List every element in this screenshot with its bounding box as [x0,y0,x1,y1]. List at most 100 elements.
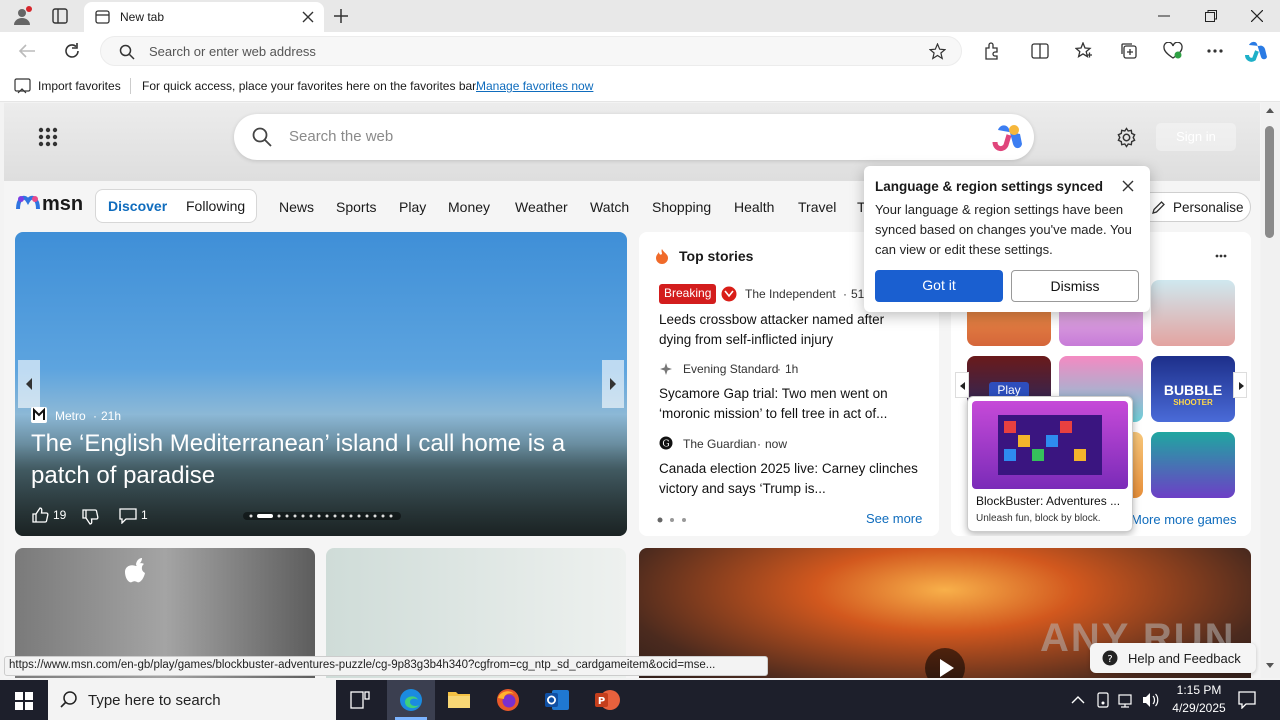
game-tile-bubble-shooter[interactable]: BUBBLE SHOOTER [1151,356,1235,422]
copilot-icon[interactable] [1245,39,1269,63]
comment-icon[interactable] [119,508,137,524]
hero-story-card[interactable]: Metro · 21h The ‘English Mediterranean’ … [15,232,627,536]
volume-icon[interactable] [1142,692,1160,708]
card-more-options-icon[interactable] [1215,254,1227,258]
game-title: BUBBLE [1163,382,1223,398]
like-icon[interactable] [31,506,49,524]
nav-play[interactable]: Play [399,199,426,215]
close-window-icon[interactable] [1251,10,1263,22]
nav-watch[interactable]: Watch [590,199,629,215]
nav-news[interactable]: News [279,199,314,215]
metro-logo-icon [31,407,47,423]
settings-synced-popup: Language & region settings synced Your l… [864,166,1150,312]
new-tab-page-icon [95,10,110,24]
dislike-icon[interactable] [81,508,99,526]
close-popup-icon[interactable] [1122,180,1134,192]
story-source: The Guardian [683,437,757,451]
pagination-dots[interactable] [657,517,691,523]
top-stories-title: Top stories [679,248,754,264]
see-more-link[interactable]: See more [866,511,922,526]
more-games-link[interactable]: More more games [1131,512,1236,527]
nav-health[interactable]: Health [734,199,774,215]
got-it-button[interactable]: Got it [875,270,1003,302]
taskbar-edge[interactable] [387,680,435,720]
game-tile[interactable] [1151,280,1235,346]
nav-shopping[interactable]: Shopping [652,199,711,215]
firefox-icon[interactable] [496,688,520,712]
tab-new-tab[interactable]: New tab [84,2,324,32]
minimize-icon[interactable] [1158,15,1170,17]
nav-money[interactable]: Money [448,199,490,215]
favorites-hint: For quick access, place your favorites h… [142,79,479,93]
nav-travel[interactable]: Travel [798,199,836,215]
manage-favorites-link[interactable]: Manage favorites now [476,79,593,93]
hero-source: Metro [55,409,86,423]
sign-in-button[interactable]: Sign in [1156,123,1236,151]
refresh-icon[interactable] [63,42,81,60]
video-play-icon[interactable] [925,648,965,678]
taskbar-search-box[interactable]: Type here to search [48,680,336,720]
more-options-icon[interactable] [1207,49,1223,53]
extensions-icon[interactable] [983,42,1001,60]
copilot-icon[interactable] [992,122,1024,152]
scroll-down-icon[interactable] [1266,663,1274,669]
clock-date[interactable]: 4/29/2025 [1164,701,1234,715]
profile-icon[interactable] [12,6,32,26]
clock-time[interactable]: 1:15 PM [1170,683,1228,697]
show-hidden-icons[interactable] [1071,695,1085,704]
import-favorites-button[interactable]: Import favorites [38,79,121,93]
task-view-icon[interactable] [350,691,370,709]
favorite-star-icon[interactable] [929,43,946,60]
web-search-box[interactable]: Search the web [234,114,1034,160]
back-icon[interactable] [18,43,36,59]
apps-launcher-icon[interactable] [38,127,58,147]
hero-headline[interactable]: The ‘English Mediterranean’ island I cal… [31,428,611,492]
windows-start-icon[interactable] [15,692,33,710]
pencil-icon [1151,200,1166,215]
address-bar[interactable]: Search or enter web address [100,36,962,66]
collections-icon[interactable] [1120,42,1138,60]
split-screen-icon[interactable] [1031,43,1049,59]
games-next-button[interactable] [1233,372,1247,398]
search-icon [252,127,272,147]
personalise-button[interactable]: Personalise [1136,192,1251,222]
powerpoint-icon[interactable]: P [594,688,620,712]
story-headline[interactable]: Leeds crossbow attacker named after dyin… [659,310,919,350]
outlook-icon[interactable] [544,688,570,712]
nav-sports[interactable]: Sports [336,199,376,215]
device-icon[interactable] [1096,692,1110,708]
svg-text:?: ? [1107,654,1112,665]
settings-gear-icon[interactable] [1116,127,1137,148]
story-headline[interactable]: Sycamore Gap trial: Two men went on ‘mor… [659,384,919,424]
story-headline[interactable]: Canada election 2025 live: Carney clinch… [659,459,919,499]
address-placeholder: Search or enter web address [149,44,316,59]
games-prev-button[interactable] [955,372,969,398]
scroll-up-icon[interactable] [1266,107,1274,113]
search-icon [119,44,135,60]
tab-following[interactable]: Following [186,198,245,214]
help-feedback-button[interactable]: ? Help and Feedback [1090,643,1256,673]
story-source: The Independent [745,287,836,301]
favorites-icon[interactable] [1075,42,1093,60]
tab-actions-icon[interactable] [52,8,68,24]
scrollbar-thumb[interactable] [1265,126,1274,238]
hero-comment-count: 1 [141,508,148,522]
hero-next-button[interactable] [602,360,624,408]
new-tab-button[interactable] [333,8,349,24]
game-tile[interactable] [1151,432,1235,498]
tab-discover[interactable]: Discover [108,198,167,214]
browser-essentials-icon[interactable] [1163,42,1183,60]
hero-prev-button[interactable] [18,360,40,408]
restore-icon[interactable] [1205,10,1217,22]
network-icon[interactable] [1118,692,1136,708]
game-subtitle: SHOOTER [1173,398,1213,407]
notifications-icon[interactable] [1238,691,1256,709]
windows-taskbar: Type here to search P 1:15 PM 4/29/2025 [0,680,1280,720]
nav-weather[interactable]: Weather [515,199,568,215]
dismiss-button[interactable]: Dismiss [1011,270,1139,302]
msn-logo-icon[interactable] [16,191,40,215]
close-tab-icon[interactable] [302,11,314,23]
game-hover-preview[interactable]: BlockBuster: Adventures ... Unleash fun,… [967,396,1133,532]
file-explorer-icon[interactable] [447,688,471,710]
game-preview-subtitle: Unleash fun, block by block. [976,513,1101,524]
